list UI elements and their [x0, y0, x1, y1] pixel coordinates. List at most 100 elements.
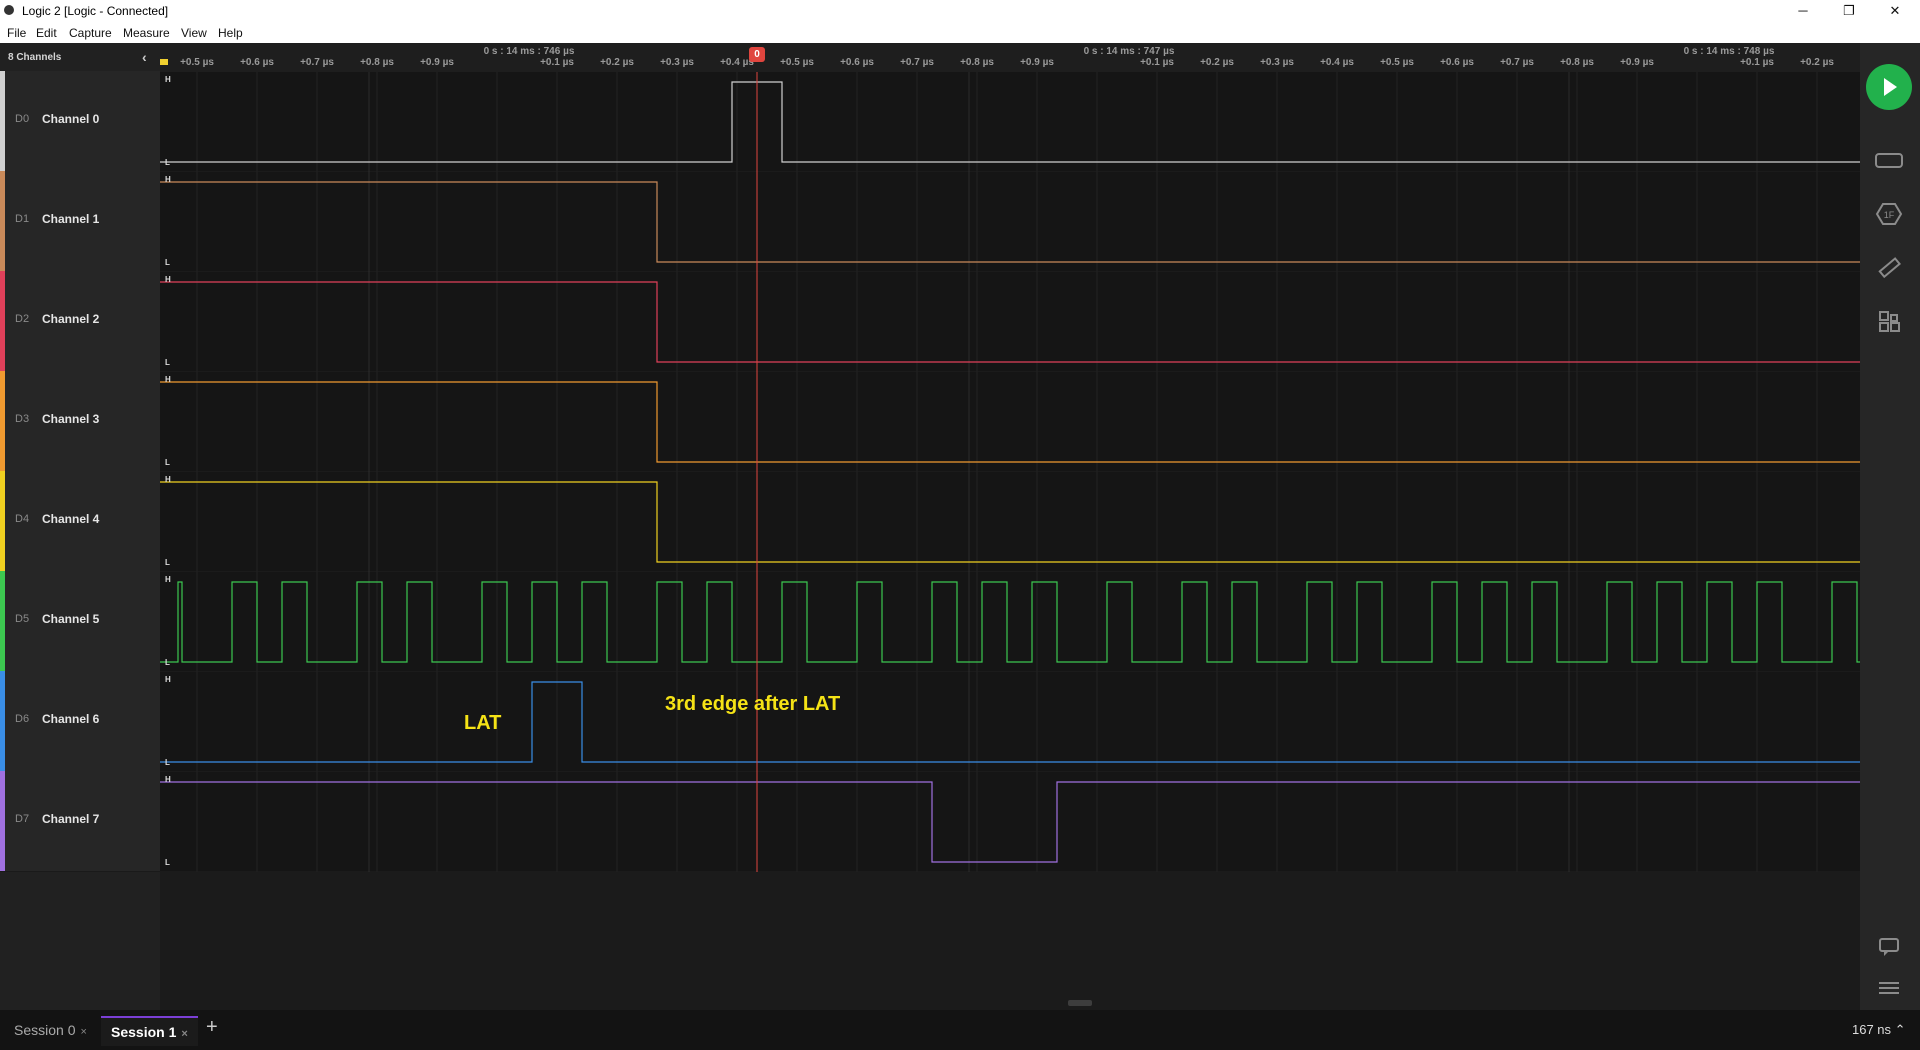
minimize-button[interactable]: ─	[1780, 0, 1826, 22]
level-high-label: H	[165, 175, 171, 184]
device-settings-icon[interactable]	[1874, 150, 1904, 176]
level-low-label: L	[165, 458, 170, 467]
tab-session-1-close-icon[interactable]: ×	[181, 1028, 187, 1040]
ruler-tick-label: +0.3 µs	[1260, 57, 1294, 68]
ruler-tick-label: +0.8 µs	[960, 57, 994, 68]
ruler-tick-label: +0.2 µs	[600, 57, 634, 68]
add-session-icon[interactable]: +	[206, 1016, 218, 1039]
ruler-tick-label: +0.2 µs	[1200, 57, 1234, 68]
ruler-tick-label: +0.1 µs	[540, 57, 574, 68]
channel-lane	[160, 772, 1860, 871]
menu-file[interactable]: File	[7, 26, 26, 40]
menu-help[interactable]: Help	[218, 26, 243, 40]
channel-lane	[160, 672, 1860, 771]
app-logo-icon	[4, 5, 14, 15]
cursor-marker[interactable]: 0	[749, 47, 765, 62]
level-high-label: H	[165, 775, 171, 784]
channel-name[interactable]: Channel 5	[42, 612, 99, 626]
channel-color-bar	[0, 71, 5, 171]
close-button[interactable]: ✕	[1872, 0, 1918, 22]
level-high-label: H	[165, 75, 171, 84]
channel-lane	[160, 372, 1860, 471]
channel-row-5[interactable]: D5 Channel 5	[0, 571, 160, 672]
level-low-label: L	[165, 758, 170, 767]
annotation-edge: 3rd edge after LAT	[665, 693, 841, 715]
channel-sidebar: 8 Channels ‹ D0 Channel 0 D1 Channel 1 D2 Cha…	[0, 43, 160, 1010]
channel-color-bar	[0, 771, 5, 871]
channel-color-bar	[0, 571, 5, 671]
ruler-major-label: 0 s : 14 ms : 747 µs	[1083, 46, 1175, 57]
ruler-tick-label: +0.7 µs	[1500, 57, 1534, 68]
feedback-chat-icon[interactable]	[1874, 936, 1904, 962]
level-high-label: H	[165, 675, 171, 684]
menu-edit[interactable]: Edit	[36, 26, 57, 40]
channel-row-7[interactable]: D7 Channel 7	[0, 771, 160, 872]
trigger-marker-icon	[160, 59, 168, 65]
channel-row-0[interactable]: D0 Channel 0	[0, 71, 160, 172]
ruler-tick-label: +0.3 µs	[660, 57, 694, 68]
horizontal-scrollbar[interactable]	[1068, 1000, 1092, 1006]
measurements-ruler-icon[interactable]	[1874, 256, 1904, 282]
ruler-tick-label: +0.1 µs	[1740, 57, 1774, 68]
channel-color-bar	[0, 171, 5, 271]
ruler-tick-label: +0.5 µs	[180, 57, 214, 68]
channel-row-1[interactable]: D1 Channel 1	[0, 171, 160, 272]
ruler-tick-label: +0.6 µs	[840, 57, 874, 68]
maximize-button[interactable]: ❐	[1826, 0, 1872, 22]
menu-view[interactable]: View	[181, 26, 207, 40]
level-low-label: L	[165, 158, 170, 167]
channel-row-2[interactable]: D2 Channel 2	[0, 271, 160, 372]
ruler-tick-label: +0.7 µs	[300, 57, 334, 68]
channel-color-bar	[0, 271, 5, 371]
level-high-label: H	[165, 275, 171, 284]
menu-capture[interactable]: Capture	[69, 26, 112, 40]
level-low-label: L	[165, 358, 170, 367]
ruler-tick-label: +0.2 µs	[1800, 57, 1834, 68]
menu-measure[interactable]: Measure	[123, 26, 170, 40]
level-low-label: L	[165, 858, 170, 867]
ruler-tick-label: +0.1 µs	[1140, 57, 1174, 68]
ruler-major-label: 0 s : 14 ms : 746 µs	[483, 46, 575, 57]
channel-digital-label: D5	[15, 613, 30, 625]
ruler-tick-label: +0.9 µs	[1020, 57, 1054, 68]
channel-name[interactable]: Channel 7	[42, 812, 99, 826]
channel-lane	[160, 72, 1860, 171]
menu-hamburger-icon[interactable]	[1874, 978, 1904, 1004]
ruler-tick-label: +0.6 µs	[240, 57, 274, 68]
tab-session-0[interactable]: Session 0 ×	[8, 1016, 93, 1044]
channel-lane	[160, 172, 1860, 271]
channel-name[interactable]: Channel 3	[42, 412, 99, 426]
channel-digital-label: D6	[15, 713, 30, 725]
ruler-tick-label: +0.8 µs	[360, 57, 394, 68]
channel-row-6[interactable]: D6 Channel 6	[0, 671, 160, 772]
channel-digital-label: D1	[15, 213, 30, 225]
time-per-division[interactable]: 167 ns ⌃	[1852, 1022, 1906, 1038]
channel-row-3[interactable]: D3 Channel 3	[0, 371, 160, 472]
level-high-label: H	[165, 575, 171, 584]
level-low-label: L	[165, 258, 170, 267]
channel-digital-label: D0	[15, 113, 30, 125]
channel-name[interactable]: Channel 4	[42, 512, 99, 526]
waveform-area[interactable]: HLHLHLHLHLHLHLHL	[160, 72, 1860, 874]
channel-name[interactable]: Channel 6	[42, 712, 99, 726]
collapse-chevron-icon[interactable]: ‹	[142, 49, 147, 65]
start-capture-button[interactable]	[1866, 64, 1912, 110]
tab-session-0-close-icon[interactable]: ×	[80, 1026, 86, 1038]
analyzers-icon[interactable]: 1F	[1874, 202, 1904, 228]
ruler-tick-label: +0.9 µs	[420, 57, 454, 68]
tab-session-1[interactable]: Session 1 ×	[101, 1016, 198, 1046]
channel-lane	[160, 472, 1860, 571]
ruler-tick-label: +0.7 µs	[900, 57, 934, 68]
channel-name[interactable]: Channel 2	[42, 312, 99, 326]
channel-row-4[interactable]: D4 Channel 4	[0, 471, 160, 572]
channel-name[interactable]: Channel 1	[42, 212, 99, 226]
ruler-tick-label: +0.5 µs	[1380, 57, 1414, 68]
extensions-icon[interactable]	[1874, 310, 1904, 336]
channel-name[interactable]: Channel 0	[42, 112, 99, 126]
tab-session-0-label: Session 0	[14, 1022, 76, 1038]
level-high-label: H	[165, 375, 171, 384]
channel-digital-label: D4	[15, 513, 30, 525]
channel-color-bar	[0, 471, 5, 571]
window-title: Logic 2 [Logic - Connected]	[22, 4, 169, 18]
time-ruler[interactable]: +0.5 µs +0.6 µs +0.7 µs +0.8 µs +0.9 µs +0.1 …	[160, 43, 1860, 72]
